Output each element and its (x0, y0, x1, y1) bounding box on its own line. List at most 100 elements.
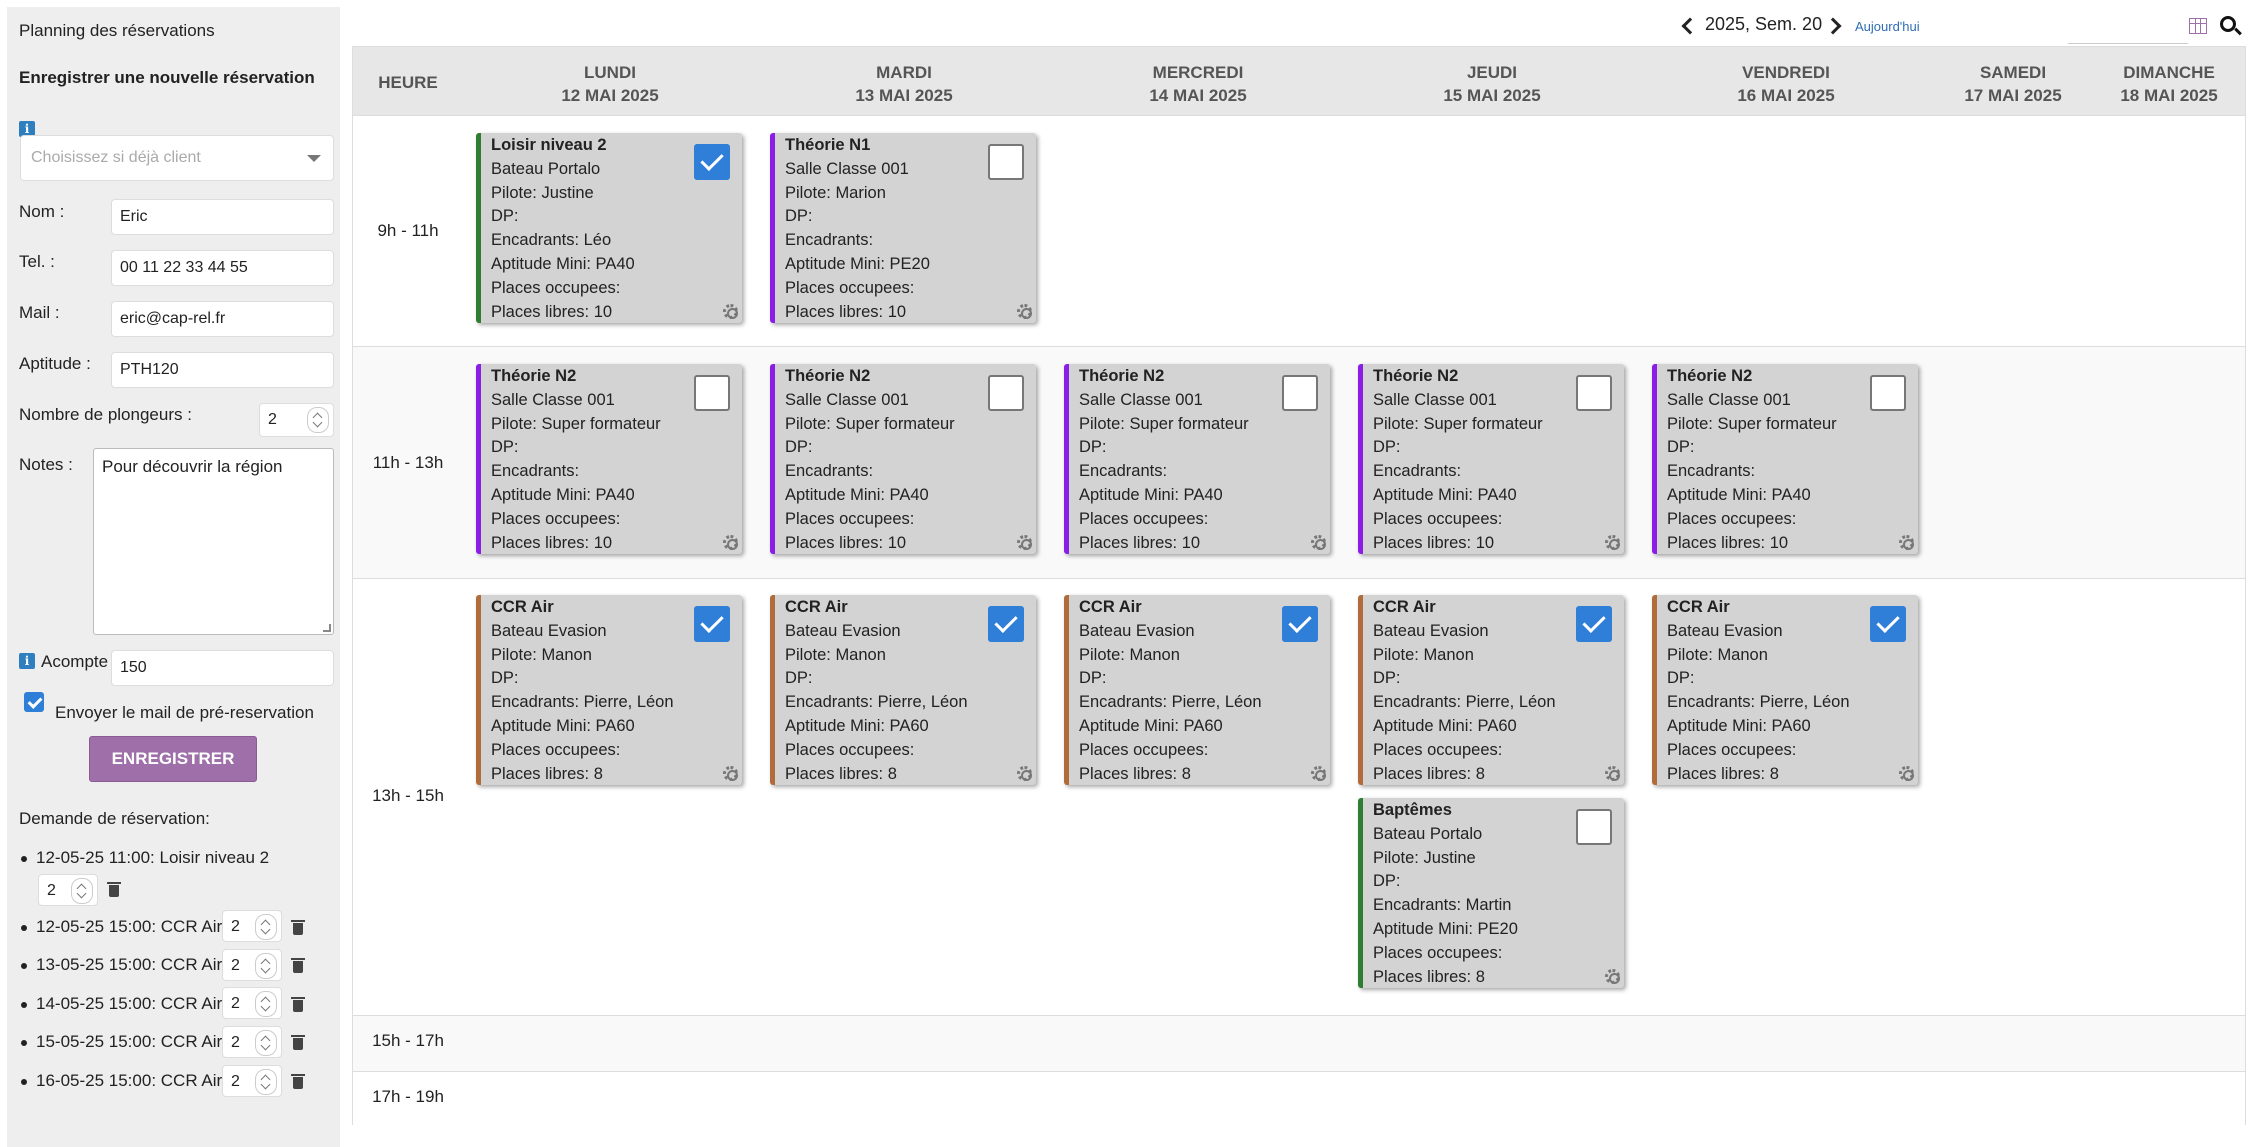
gear-icon[interactable] (723, 304, 738, 319)
acompte-field[interactable]: 150 (111, 650, 334, 686)
search-input[interactable] (2068, 18, 2188, 44)
event-detail: DP: (491, 207, 519, 226)
event-detail: Aptitude Mini: PA60 (491, 716, 635, 735)
event-card[interactable]: Loisir niveau 2 Bateau Portalo Pilote: Jus… (476, 133, 742, 323)
trash-icon[interactable] (291, 957, 305, 973)
event-detail: Places occupees: (785, 509, 915, 528)
request-qty: 2 (231, 995, 240, 1012)
request-qty-stepper[interactable]: 2 (222, 987, 282, 1019)
send-mail-checkbox[interactable] (24, 692, 44, 712)
request-qty-stepper[interactable]: 2 (222, 910, 282, 942)
calendar-icon[interactable] (2189, 18, 2207, 34)
day-header-mercredi[interactable]: MERCREDI 14 MAI 2025 (1051, 61, 1345, 107)
spinner-icon[interactable] (255, 953, 277, 979)
event-card[interactable]: Baptêmes Bateau Portalo Pilote: Justine DP:… (1358, 798, 1624, 988)
trash-icon[interactable] (107, 881, 121, 897)
event-select-checkbox[interactable] (694, 375, 730, 411)
spinner-icon[interactable] (255, 1030, 277, 1056)
spinner-icon[interactable] (255, 1069, 277, 1095)
search-icon[interactable] (2220, 16, 2236, 32)
gear-icon[interactable] (723, 766, 738, 781)
event-select-checkbox[interactable] (1870, 606, 1906, 642)
event-detail: Places occupees: (1667, 509, 1797, 528)
request-qty-stepper[interactable]: 2 (222, 949, 282, 981)
event-select-checkbox[interactable] (1870, 375, 1906, 411)
event-card[interactable]: Théorie N2 Salle Classe 001 Pilote: Super … (1652, 364, 1918, 554)
aptitude-field[interactable]: PTH120 (111, 352, 334, 388)
event-select-checkbox[interactable] (1282, 606, 1318, 642)
spinner-icon[interactable] (255, 991, 277, 1017)
next-week-icon[interactable] (1824, 17, 1842, 35)
trash-icon[interactable] (291, 919, 305, 935)
gear-icon[interactable] (1311, 766, 1326, 781)
day-header-dimanche[interactable]: DIMANCHE 18 MAI 2025 (2093, 61, 2245, 107)
event-select-checkbox[interactable] (1576, 809, 1612, 845)
event-card[interactable]: Théorie N2 Salle Classe 001 Pilote: Super … (476, 364, 742, 554)
event-detail: Aptitude Mini: PA60 (1079, 716, 1223, 735)
event-detail: Places occupees: (491, 278, 621, 297)
event-card[interactable]: CCR Air Bateau Evasion Pilote: Manon DP: Enc… (770, 595, 1036, 785)
day-header-lundi[interactable]: LUNDI 12 MAI 2025 (463, 61, 757, 107)
today-link[interactable]: Aujourd'hui (1855, 19, 1920, 34)
day-header-vendredi[interactable]: VENDREDI 16 MAI 2025 (1639, 61, 1933, 107)
event-detail: DP: (491, 438, 519, 457)
plongeurs-stepper[interactable]: 2 (259, 403, 334, 437)
request-item: 16-05-25 15:00: CCR Air (21, 1071, 222, 1091)
event-card[interactable]: CCR Air Bateau Evasion Pilote: Manon DP: Enc… (476, 595, 742, 785)
day-header-mardi[interactable]: MARDI 13 MAI 2025 (757, 61, 1051, 107)
event-detail: Pilote: Marion (785, 183, 886, 202)
gear-icon[interactable] (1017, 304, 1032, 319)
event-select-checkbox[interactable] (988, 606, 1024, 642)
gear-icon[interactable] (1017, 535, 1032, 550)
tel-field[interactable]: 00 11 22 33 44 55 (111, 250, 334, 286)
gear-icon[interactable] (1605, 535, 1620, 550)
client-select[interactable]: Choisissez si déjà client (20, 135, 334, 181)
prev-week-icon[interactable] (1681, 17, 1699, 35)
mail-field[interactable]: eric@cap-rel.fr (111, 301, 334, 337)
spinner-icon[interactable] (71, 878, 93, 904)
event-select-checkbox[interactable] (988, 144, 1024, 180)
request-qty-stepper[interactable]: 2 (38, 874, 98, 906)
nom-field[interactable]: Eric (111, 199, 334, 235)
trash-icon[interactable] (291, 1034, 305, 1050)
spinner-icon[interactable] (255, 914, 277, 940)
event-select-checkbox[interactable] (988, 375, 1024, 411)
event-card[interactable]: Théorie N2 Salle Classe 001 Pilote: Super … (770, 364, 1036, 554)
spinner-icon[interactable] (307, 407, 329, 433)
gear-icon[interactable] (1311, 535, 1326, 550)
event-detail: Aptitude Mini: PA40 (1079, 485, 1223, 504)
day-header-jeudi[interactable]: JEUDI 15 MAI 2025 (1345, 61, 1639, 107)
event-select-checkbox[interactable] (1576, 606, 1612, 642)
notes-textarea[interactable]: Pour découvrir la région (93, 448, 334, 635)
gear-icon[interactable] (723, 535, 738, 550)
event-detail: Places libres: 8 (1079, 764, 1191, 783)
event-card[interactable]: CCR Air Bateau Evasion Pilote: Manon DP: Enc… (1064, 595, 1330, 785)
requests-title: Demande de réservation: (19, 809, 210, 828)
event-select-checkbox[interactable] (694, 144, 730, 180)
trash-icon[interactable] (291, 996, 305, 1012)
event-select-checkbox[interactable] (1282, 375, 1318, 411)
gear-icon[interactable] (1605, 766, 1620, 781)
trash-icon[interactable] (291, 1073, 305, 1089)
gear-icon[interactable] (1605, 969, 1620, 984)
save-button[interactable]: ENREGISTRER (89, 736, 257, 782)
gear-icon[interactable] (1899, 766, 1914, 781)
event-select-checkbox[interactable] (1576, 375, 1612, 411)
event-card[interactable]: Théorie N2 Salle Classe 001 Pilote: Super … (1064, 364, 1330, 554)
day-header-samedi[interactable]: SAMEDI 17 MAI 2025 (1933, 61, 2093, 107)
event-detail: DP: (1079, 669, 1107, 688)
event-select-checkbox[interactable] (694, 606, 730, 642)
event-card[interactable]: CCR Air Bateau Evasion Pilote: Manon DP: Enc… (1652, 595, 1918, 785)
gear-icon[interactable] (1017, 766, 1032, 781)
event-card[interactable]: CCR Air Bateau Evasion Pilote: Manon DP: Enc… (1358, 595, 1624, 785)
gear-icon[interactable] (1899, 535, 1914, 550)
event-detail: Encadrants: (1373, 462, 1462, 481)
event-card[interactable]: Théorie N1 Salle Classe 001 Pilote: Marion… (770, 133, 1036, 323)
resize-grip-icon[interactable] (323, 624, 331, 632)
request-qty-stepper[interactable]: 2 (222, 1026, 282, 1058)
event-card[interactable]: Théorie N2 Salle Classe 001 Pilote: Super … (1358, 364, 1624, 554)
info-icon[interactable]: i (19, 653, 35, 669)
event-detail: Pilote: Super formateur (1667, 414, 1837, 433)
request-qty-stepper[interactable]: 2 (222, 1065, 282, 1097)
event-detail: Aptitude Mini: PE20 (785, 254, 930, 273)
